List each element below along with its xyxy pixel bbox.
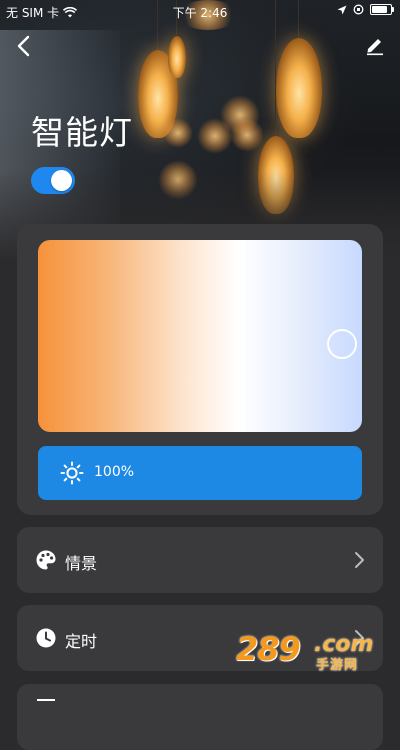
row-scene[interactable]: 情景 <box>17 527 383 593</box>
light-control-card: 100% <box>17 224 383 515</box>
orientation-lock-icon <box>353 4 364 15</box>
row-partial[interactable] <box>17 684 383 750</box>
back-button[interactable] <box>14 34 36 58</box>
chevron-right-icon <box>355 552 364 568</box>
watermark-number: 289 <box>236 630 301 668</box>
bulb <box>168 36 186 78</box>
status-bar: 无 SIM 卡 下午 2:46 <box>0 0 400 22</box>
row-timer-label: 定时 <box>65 632 98 651</box>
row-scene-label: 情景 <box>65 554 98 573</box>
color-temperature-picker[interactable] <box>38 240 362 432</box>
pencil-icon <box>367 39 383 56</box>
palette-icon <box>36 550 56 570</box>
edit-button[interactable] <box>364 34 386 56</box>
toggle-knob <box>51 170 72 191</box>
sun-icon <box>60 461 84 485</box>
list-icon <box>37 699 55 701</box>
bulb-glow <box>197 118 233 154</box>
battery-icon <box>370 4 394 15</box>
clock-icon <box>36 628 56 648</box>
brightness-value: 100% <box>94 464 135 480</box>
bulb-glow <box>230 118 264 152</box>
site-watermark: 289 .com 手游网 <box>236 630 386 674</box>
page-title: 智能灯 <box>31 113 133 152</box>
power-toggle[interactable] <box>31 167 75 194</box>
watermark-cn: 手游网 <box>316 658 359 673</box>
bulb-glow <box>163 118 193 148</box>
brightness-slider[interactable]: 100% <box>38 446 362 500</box>
chevron-left-icon <box>17 35 30 57</box>
bulb <box>276 38 322 138</box>
battery-fill <box>372 6 387 13</box>
location-arrow-icon <box>337 5 347 14</box>
status-right <box>337 4 394 15</box>
color-temperature-handle[interactable] <box>327 329 357 359</box>
